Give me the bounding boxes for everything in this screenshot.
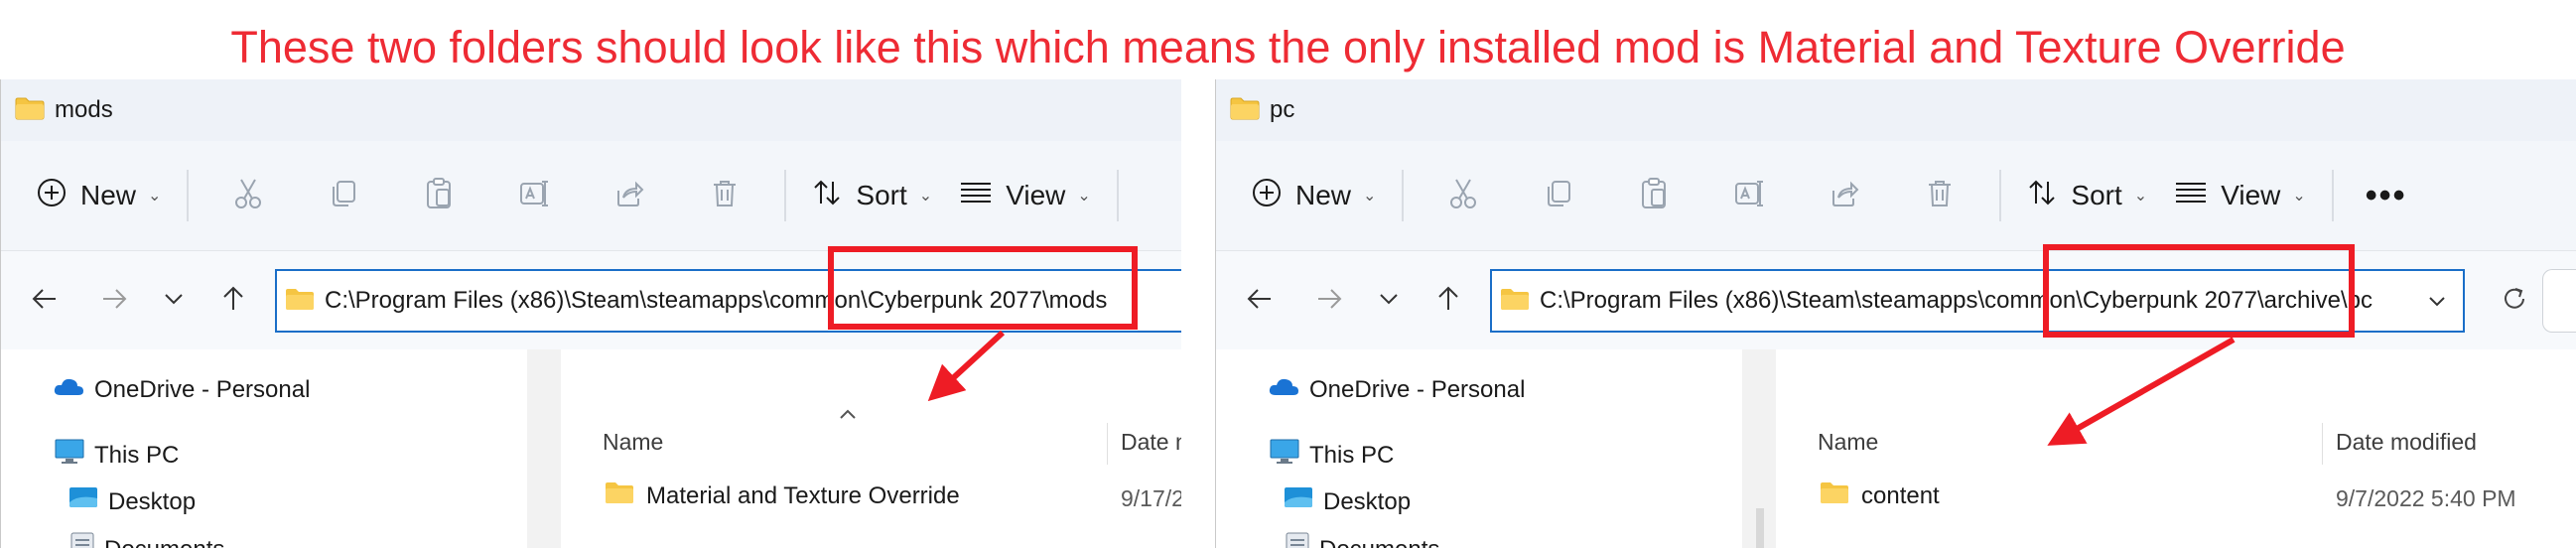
arrow-to-content-folder <box>2047 337 2236 446</box>
arrow-to-mod-folder <box>927 330 1006 402</box>
annotation-arrows <box>927 330 2236 446</box>
